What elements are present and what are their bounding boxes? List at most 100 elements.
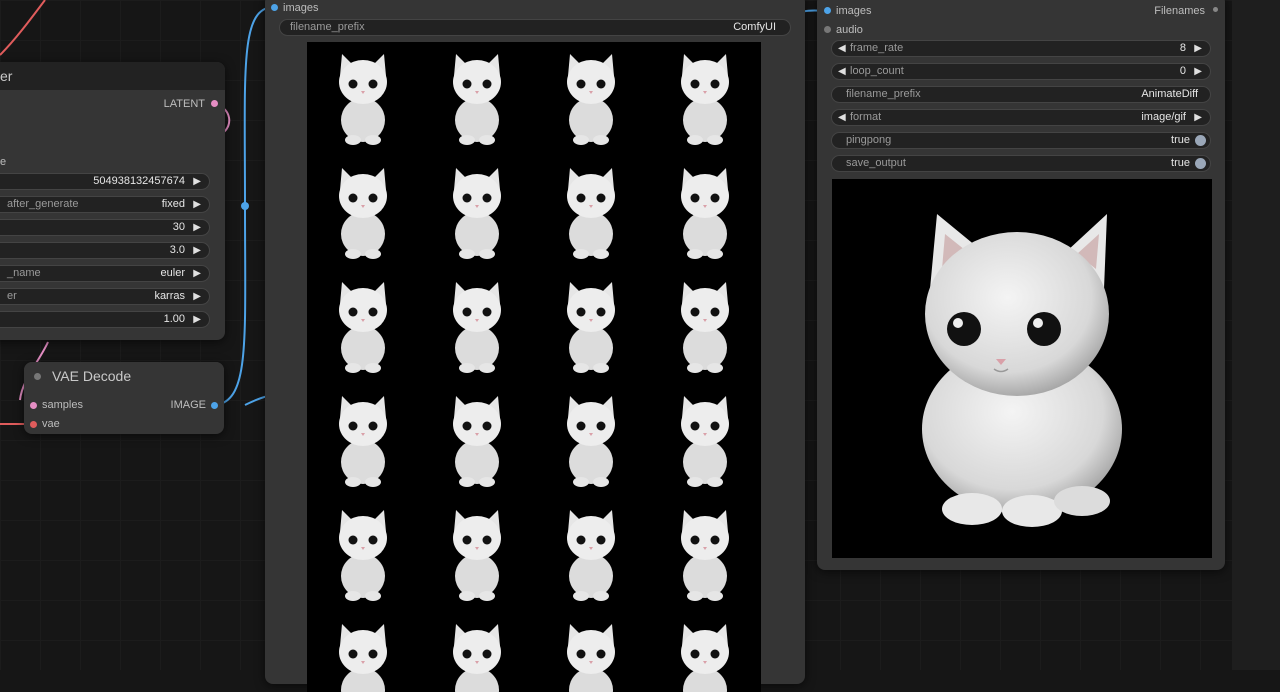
image-grid-cell[interactable]	[421, 270, 533, 382]
image-grid-cell[interactable]	[421, 42, 533, 154]
image-grid-cell[interactable]	[307, 384, 419, 496]
image-grid-cell[interactable]	[421, 156, 533, 268]
image-grid-cell[interactable]	[535, 612, 647, 692]
image-grid-cell[interactable]	[649, 156, 761, 268]
widget-label	[0, 244, 7, 256]
increment-arrow-icon[interactable]: ▶	[193, 243, 201, 258]
samples-input-slot[interactable]	[30, 402, 37, 409]
image-grid-cell[interactable]	[307, 498, 419, 610]
images-input-label: images	[283, 2, 319, 14]
image-grid-cell[interactable]	[421, 612, 533, 692]
collapse-dot-icon[interactable]	[34, 373, 41, 380]
image-grid-cell[interactable]	[649, 612, 761, 692]
combine-widget-frame-rate[interactable]: ◀ frame_rate 8 ▶	[831, 40, 1211, 57]
image-grid-cell[interactable]	[535, 270, 647, 382]
image-grid-cell[interactable]	[535, 498, 647, 610]
widget-label: after_generate	[7, 198, 79, 210]
ksampler-node[interactable]: er LATENT e 504938132457674 ▶ after_genera…	[0, 62, 225, 340]
increment-arrow-icon[interactable]: ▶	[193, 197, 201, 212]
increment-arrow-icon[interactable]: ▶	[193, 174, 201, 189]
decrement-arrow-icon[interactable]: ◀	[838, 110, 846, 125]
vae-decode-title[interactable]: VAE Decode	[24, 362, 224, 390]
image-grid-cell[interactable]	[421, 384, 533, 496]
image-grid-cell[interactable]	[649, 42, 761, 154]
widget-value: 3.0	[169, 244, 185, 256]
canvas-right-edge	[1232, 0, 1280, 670]
image-grid-cell[interactable]	[535, 156, 647, 268]
ksampler-widget[interactable]: 504938132457674 ▶	[0, 173, 210, 190]
increment-arrow-icon[interactable]: ▶	[193, 266, 201, 281]
cat-image	[453, 282, 501, 373]
widget-label: loop_count	[850, 65, 904, 77]
latent-output-slot[interactable]	[211, 100, 218, 107]
increment-arrow-icon[interactable]: ▶	[1194, 110, 1202, 125]
vae-input-slot[interactable]	[30, 421, 37, 428]
ksampler-widget[interactable]: _name euler ▶	[0, 265, 210, 282]
widget-value: 504938132457674	[93, 175, 185, 187]
cat-image	[681, 282, 729, 373]
ksampler-widget[interactable]: er karras ▶	[0, 288, 210, 305]
preview-image-node[interactable]: images filename_prefix ComfyUI	[265, 0, 805, 692]
image-grid-cell[interactable]	[649, 270, 761, 382]
ksampler-widget[interactable]: 1.00 ▶	[0, 311, 210, 328]
combine-widget-filename-prefix[interactable]: filename_prefix AnimateDiff	[831, 86, 1211, 103]
vae-decode-title-text: VAE Decode	[52, 368, 132, 384]
ksampler-widget[interactable]: after_generate fixed ▶	[0, 196, 210, 213]
filename-prefix-label: filename_prefix	[290, 21, 365, 33]
widget-value: AnimateDiff	[1141, 88, 1198, 100]
ksampler-widget[interactable]: 30 ▶	[0, 219, 210, 236]
filenames-output-slot[interactable]	[1213, 7, 1218, 12]
image-grid-cell[interactable]	[307, 270, 419, 382]
image-grid-cell[interactable]	[307, 156, 419, 268]
ksampler-title[interactable]: er	[0, 62, 225, 90]
combine-images-slot[interactable]	[824, 7, 831, 14]
combine-widget-save-output[interactable]: save_output true	[831, 155, 1211, 172]
widget-value: 30	[172, 221, 185, 233]
cat-image	[339, 396, 387, 487]
combine-widget-pingpong[interactable]: pingpong true	[831, 132, 1211, 149]
cat-image	[339, 510, 387, 601]
image-grid-cell[interactable]	[535, 384, 647, 496]
cat-image	[453, 624, 501, 692]
image-grid-cell[interactable]	[307, 42, 419, 154]
samples-input-label: samples	[42, 399, 83, 411]
combine-widget-format[interactable]: ◀ format image/gif ▶	[831, 109, 1211, 126]
widget-value: 1.00	[163, 313, 185, 325]
increment-arrow-icon[interactable]: ▶	[193, 220, 201, 235]
image-grid-cell[interactable]	[421, 498, 533, 610]
increment-arrow-icon[interactable]: ▶	[193, 312, 201, 327]
cat-image	[453, 54, 501, 145]
widget-label	[0, 313, 7, 325]
image-grid-cell[interactable]	[535, 42, 647, 154]
toggle-knob-icon[interactable]	[1195, 135, 1206, 146]
toggle-knob-icon[interactable]	[1195, 158, 1206, 169]
cat-image	[339, 624, 387, 692]
image-grid-cell[interactable]	[649, 498, 761, 610]
image-output-label: IMAGE	[170, 399, 206, 411]
images-input-slot[interactable]	[271, 4, 278, 11]
increment-arrow-icon[interactable]: ▶	[1194, 64, 1202, 79]
widget-value: euler	[160, 267, 185, 279]
combine-widget-loop-count[interactable]: ◀ loop_count 0 ▶	[831, 63, 1211, 80]
decrement-arrow-icon[interactable]: ◀	[838, 41, 846, 56]
image-grid-cell[interactable]	[307, 612, 419, 692]
cat-image	[681, 168, 729, 259]
increment-arrow-icon[interactable]: ▶	[193, 289, 201, 304]
image-output-slot[interactable]	[211, 402, 218, 409]
combine-audio-slot[interactable]	[824, 26, 831, 33]
ksampler-section-label: e	[0, 156, 7, 168]
increment-arrow-icon[interactable]: ▶	[1194, 41, 1202, 56]
video-combine-node[interactable]: images audio Filenames ◀ frame_rate 8 ▶ ◀ loo…	[817, 0, 1225, 570]
filename-prefix-field[interactable]: filename_prefix ComfyUI	[279, 19, 791, 36]
cat-image	[681, 54, 729, 145]
ksampler-widget[interactable]: 3.0 ▶	[0, 242, 210, 259]
widget-value: karras	[154, 290, 185, 302]
vae-decode-node[interactable]: VAE Decode samples vae IMAGE	[24, 362, 224, 434]
cat-image	[453, 168, 501, 259]
decrement-arrow-icon[interactable]: ◀	[838, 64, 846, 79]
image-grid-cell[interactable]	[649, 384, 761, 496]
image-grid	[307, 42, 761, 692]
cat-image	[339, 168, 387, 259]
cat-image	[567, 168, 615, 259]
widget-label: filename_prefix	[846, 88, 921, 100]
